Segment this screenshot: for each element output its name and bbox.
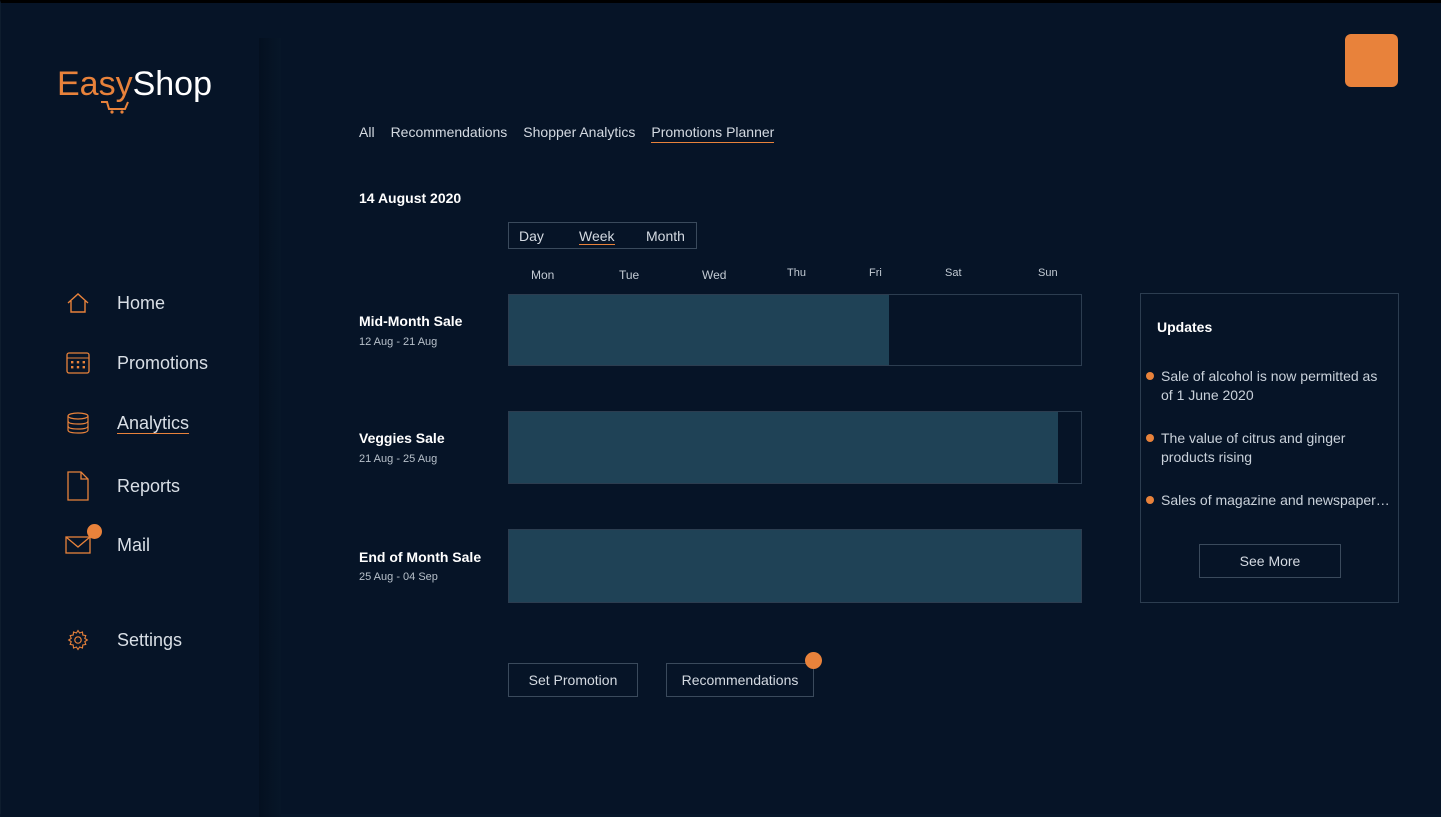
promo-timeline-bar[interactable] [509,295,889,365]
promo-name: Mid-Month Sale [359,313,463,329]
sidebar-item-label: Analytics [117,412,190,433]
sidebar-item-label: Reports [117,475,181,496]
tab-shopper-analytics[interactable]: Shopper Analytics [523,124,635,143]
recommendations-notification-badge [805,652,822,669]
bullet-icon [1146,496,1154,504]
sidebar-item-promotions[interactable]: Promotions [65,348,208,378]
sidebar-item-reports[interactable]: Reports [65,471,180,501]
database-icon [65,410,91,436]
see-more-button[interactable]: See More [1199,544,1341,578]
page-title-date: 14 August 2020 [359,190,462,206]
day-header-mon: Mon [531,268,555,282]
day-header-wed: Wed [702,268,727,282]
mail-icon [65,532,91,558]
view-week-option[interactable]: Week [579,228,615,245]
sidebar-item-label: Home [117,292,166,313]
day-header-tue: Tue [619,268,640,282]
document-icon [65,471,91,501]
promo-timeline-bar[interactable] [509,412,1059,483]
update-item: The value of citrus and ginger products … [1161,430,1346,465]
tab-recommendations[interactable]: Recommendations [391,124,508,143]
easyshop-logo[interactable]: EasyShop [57,64,212,104]
sidebar-divider [259,38,281,817]
sidebar-item-analytics[interactable]: Analytics [65,408,189,438]
tab-bar: All Recommendations Shopper Analytics Pr… [359,124,775,143]
sidebar-item-label: Mail [117,534,151,555]
home-icon [65,290,91,316]
sidebar-item-label: Settings [117,629,183,650]
promo-timeline-track[interactable] [508,411,1082,484]
bullet-icon [1146,372,1154,380]
logo-text-shop: Shop [132,65,212,103]
user-avatar[interactable] [1345,34,1398,87]
mail-notification-badge [87,524,102,539]
sidebar-item-label: Promotions [117,352,209,373]
promo-timeline-bar[interactable] [509,530,1081,602]
tab-all[interactable]: All [359,124,375,143]
promo-date-range: 25 Aug - 04 Sep [359,571,438,583]
tab-promotions-planner[interactable]: Promotions Planner [651,124,775,143]
sidebar-item-mail[interactable]: Mail [65,524,150,560]
sidebar: EasyShop Home Promotions Analytics Repor… [1,6,259,817]
gear-icon [65,627,91,653]
app-frame: EasyShop Home Promotions Analytics Repor… [0,0,1441,817]
sidebar-item-settings[interactable]: Settings [65,625,182,655]
view-range-toggle: Day Week Month [508,222,697,249]
calendar-icon [65,350,91,376]
update-item: Sale of alcohol is now permitted as of 1… [1161,368,1378,403]
day-header-sun: Sun [1038,267,1058,279]
sidebar-item-home[interactable]: Home [65,288,165,318]
set-promotion-button[interactable]: Set Promotion [508,663,638,697]
promo-date-range: 21 Aug - 25 Aug [359,453,438,465]
recommendations-button[interactable]: Recommendations [666,663,814,697]
logo-text-easy: Easy [57,65,133,103]
day-header-fri: Fri [869,267,882,279]
updates-title: Updates [1157,319,1213,335]
view-day-option[interactable]: Day [519,228,544,244]
promo-date-range: 12 Aug - 21 Aug [359,336,438,348]
promo-name: Veggies Sale [359,430,445,446]
cart-icon [101,101,129,114]
promo-timeline-track[interactable] [508,294,1082,366]
day-header-sat: Sat [945,267,962,279]
update-item: Sales of magazine and newspaper… [1161,492,1390,508]
view-month-option[interactable]: Month [646,228,685,244]
day-header-thu: Thu [787,267,806,279]
promo-name: End of Month Sale [359,549,482,565]
bullet-icon [1146,434,1154,442]
promo-timeline-track[interactable] [508,529,1082,603]
updates-panel: Updates Sale of alcohol is now permitted… [1140,293,1399,603]
